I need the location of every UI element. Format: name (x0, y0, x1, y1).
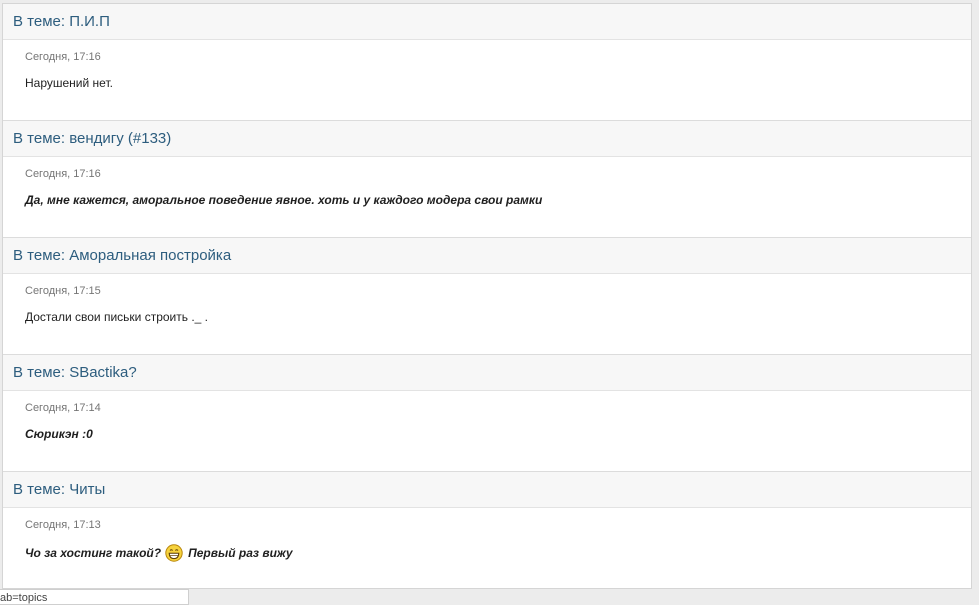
post-timestamp: Сегодня, 17:16 (25, 51, 101, 63)
post-header: В теме: вендигу (#133) (3, 121, 971, 157)
post-header: В теме: Аморальная постройка (3, 238, 971, 274)
post-text: Да, мне кажется, аморальное поведение яв… (25, 193, 543, 207)
post-topic-link[interactable]: В теме: Аморальная постройка (13, 247, 231, 264)
grin-smiley-icon (165, 544, 183, 562)
post-topic-link[interactable]: В теме: вендигу (#133) (13, 130, 171, 147)
post-text: Нарушений нет. (25, 76, 113, 90)
post-topic-link[interactable]: В теме: SBactika? (13, 364, 137, 381)
post-header: В теме: П.И.П (3, 4, 971, 40)
post-timestamp: Сегодня, 17:14 (25, 402, 101, 414)
post-header: В теме: Читы (3, 472, 971, 508)
post-timestamp: Сегодня, 17:13 (25, 519, 101, 531)
post-item: В теме: Читы Сегодня, 17:13 Чо за хостин… (3, 471, 971, 588)
post-body: Сегодня, 17:13 Чо за хостинг такой? Перв… (3, 508, 971, 588)
post-item: В теме: SBactika? Сегодня, 17:14 Сюрикэн… (3, 354, 971, 471)
post-topic-link[interactable]: В теме: П.И.П (13, 13, 110, 30)
post-body: Сегодня, 17:15 Достали свои письки строи… (3, 274, 971, 354)
post-body: Сегодня, 17:16 Да, мне кажется, аморальн… (3, 157, 971, 237)
post-item: В теме: вендигу (#133) Сегодня, 17:16 Да… (3, 120, 971, 237)
post-item: В теме: Аморальная постройка Сегодня, 17… (3, 237, 971, 354)
post-text: Достали свои письки строить ._ . (25, 310, 209, 324)
post-item: В теме: П.И.П Сегодня, 17:16 Нарушений н… (3, 4, 971, 120)
post-timestamp: Сегодня, 17:16 (25, 168, 101, 180)
post-text-part: Чо за хостинг такой? (25, 546, 162, 560)
post-text: Чо за хостинг такой? Первый раз вижу (25, 544, 971, 562)
activity-feed: В теме: П.И.П Сегодня, 17:16 Нарушений н… (2, 3, 972, 589)
post-topic-link[interactable]: В теме: Читы (13, 481, 105, 498)
post-header: В теме: SBactika? (3, 355, 971, 391)
status-bar-url: ab=topics (0, 589, 189, 605)
post-timestamp: Сегодня, 17:15 (25, 285, 101, 297)
post-body: Сегодня, 17:14 Сюрикэн :0 (3, 391, 971, 471)
post-body: Сегодня, 17:16 Нарушений нет. (3, 40, 971, 120)
post-text: Сюрикэн :0 (25, 427, 93, 441)
post-text-part: Первый раз вижу (188, 546, 293, 560)
